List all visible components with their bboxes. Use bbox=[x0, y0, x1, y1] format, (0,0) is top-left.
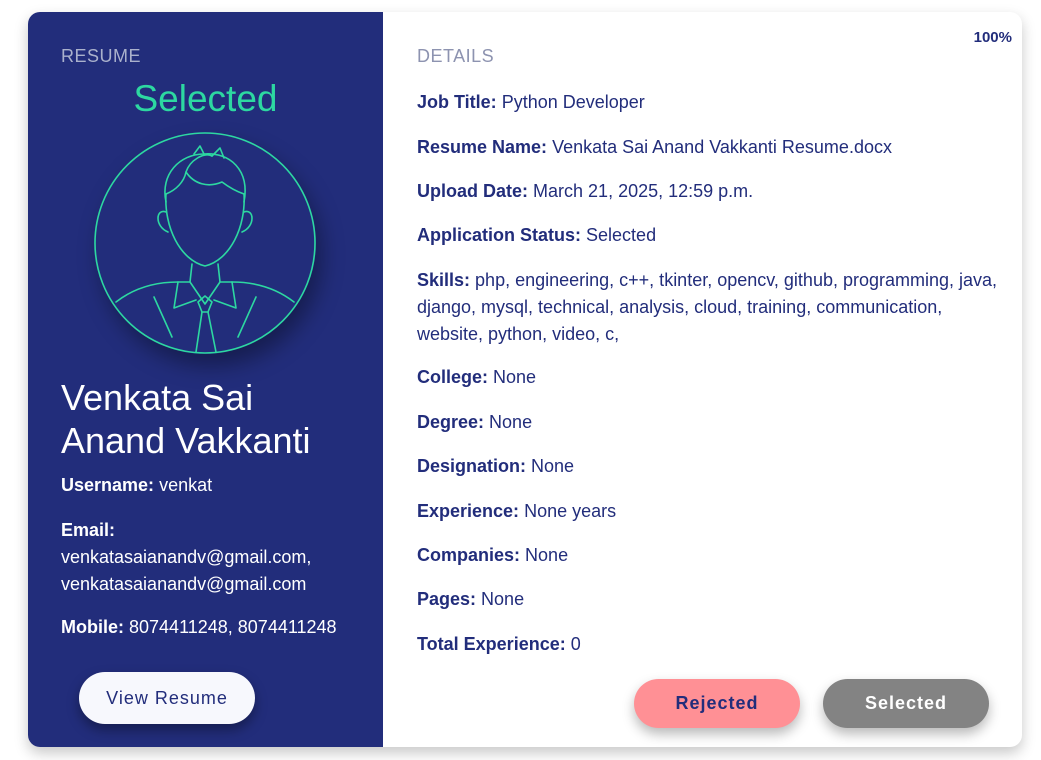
detail-experience: Experience: None years bbox=[417, 498, 1007, 525]
username-value: venkat bbox=[159, 475, 213, 495]
detail-value: php, engineering, c++, tkinter, opencv, … bbox=[417, 270, 998, 344]
detail-label: Pages: bbox=[417, 589, 477, 609]
detail-label: Resume Name: bbox=[417, 137, 548, 157]
detail-application-status: Application Status: Selected bbox=[417, 222, 1007, 249]
detail-label: Total Experience: bbox=[417, 634, 566, 654]
application-status-label: Selected bbox=[133, 78, 278, 119]
candidate-name: Venkata Sai Anand Vakkanti bbox=[61, 377, 311, 461]
detail-label: Experience: bbox=[417, 501, 520, 521]
detail-job-title: Job Title: Python Developer bbox=[417, 89, 1007, 116]
email-label: Email: bbox=[61, 520, 116, 540]
resume-panel: RESUME Selected Venkata Sai Anand Vakkan… bbox=[28, 12, 383, 747]
detail-value: None bbox=[525, 545, 569, 565]
detail-value: Venkata Sai Anand Vakkanti Resume.docx bbox=[552, 137, 892, 157]
selected-button[interactable]: Selected bbox=[823, 679, 989, 728]
username-label: Username: bbox=[61, 475, 155, 495]
rejected-button[interactable]: Rejected bbox=[634, 679, 800, 728]
detail-pages: Pages: None bbox=[417, 586, 1007, 613]
detail-designation: Designation: None bbox=[417, 453, 1007, 480]
mobile-label: Mobile: bbox=[61, 617, 124, 637]
detail-college: College: None bbox=[417, 364, 1007, 391]
detail-value: None years bbox=[524, 501, 617, 521]
detail-label: Degree: bbox=[417, 412, 485, 432]
details-panel: 100% DETAILS Job Title: Python Developer… bbox=[383, 12, 1022, 747]
detail-value: March 21, 2025, 12:59 p.m. bbox=[533, 181, 754, 201]
detail-value: 0 bbox=[570, 634, 581, 654]
detail-companies: Companies: None bbox=[417, 542, 1007, 569]
detail-value: Python Developer bbox=[501, 92, 645, 112]
detail-value: None bbox=[493, 367, 537, 387]
detail-skills: Skills: php, engineering, c++, tkinter, … bbox=[417, 267, 1007, 348]
detail-label: Designation: bbox=[417, 456, 527, 476]
detail-resume-name: Resume Name: Venkata Sai Anand Vakkanti … bbox=[417, 134, 1007, 161]
email-row: Email: venkatasaianandv@gmail.com, venka… bbox=[61, 517, 361, 598]
detail-label: Upload Date: bbox=[417, 181, 529, 201]
detail-value: None bbox=[481, 589, 525, 609]
detail-value: None bbox=[531, 456, 575, 476]
username-row: Username: venkat bbox=[61, 472, 212, 499]
mobile-row: Mobile: 8074411248, 8074411248 bbox=[61, 614, 337, 641]
detail-label: Skills: bbox=[417, 270, 471, 290]
detail-value: Selected bbox=[586, 225, 657, 245]
detail-label: Application Status: bbox=[417, 225, 582, 245]
detail-total-experience: Total Experience: 0 bbox=[417, 631, 1007, 658]
resume-card: RESUME Selected Venkata Sai Anand Vakkan… bbox=[28, 12, 1022, 747]
email-value: venkatasaianandv@gmail.com, venkatasaian… bbox=[61, 547, 312, 594]
view-resume-button[interactable]: View Resume bbox=[79, 672, 255, 724]
detail-upload-date: Upload Date: March 21, 2025, 12:59 p.m. bbox=[417, 178, 1007, 205]
progress-label: 100% bbox=[973, 29, 1012, 46]
person-avatar-icon bbox=[94, 132, 316, 354]
detail-label: Companies: bbox=[417, 545, 521, 565]
detail-value: None bbox=[489, 412, 533, 432]
mobile-value: 8074411248, 8074411248 bbox=[129, 617, 337, 637]
detail-degree: Degree: None bbox=[417, 409, 1007, 436]
detail-label: Job Title: bbox=[417, 92, 497, 112]
detail-label: College: bbox=[417, 367, 489, 387]
details-heading: DETAILS bbox=[417, 46, 495, 66]
resume-heading: RESUME bbox=[61, 46, 142, 66]
